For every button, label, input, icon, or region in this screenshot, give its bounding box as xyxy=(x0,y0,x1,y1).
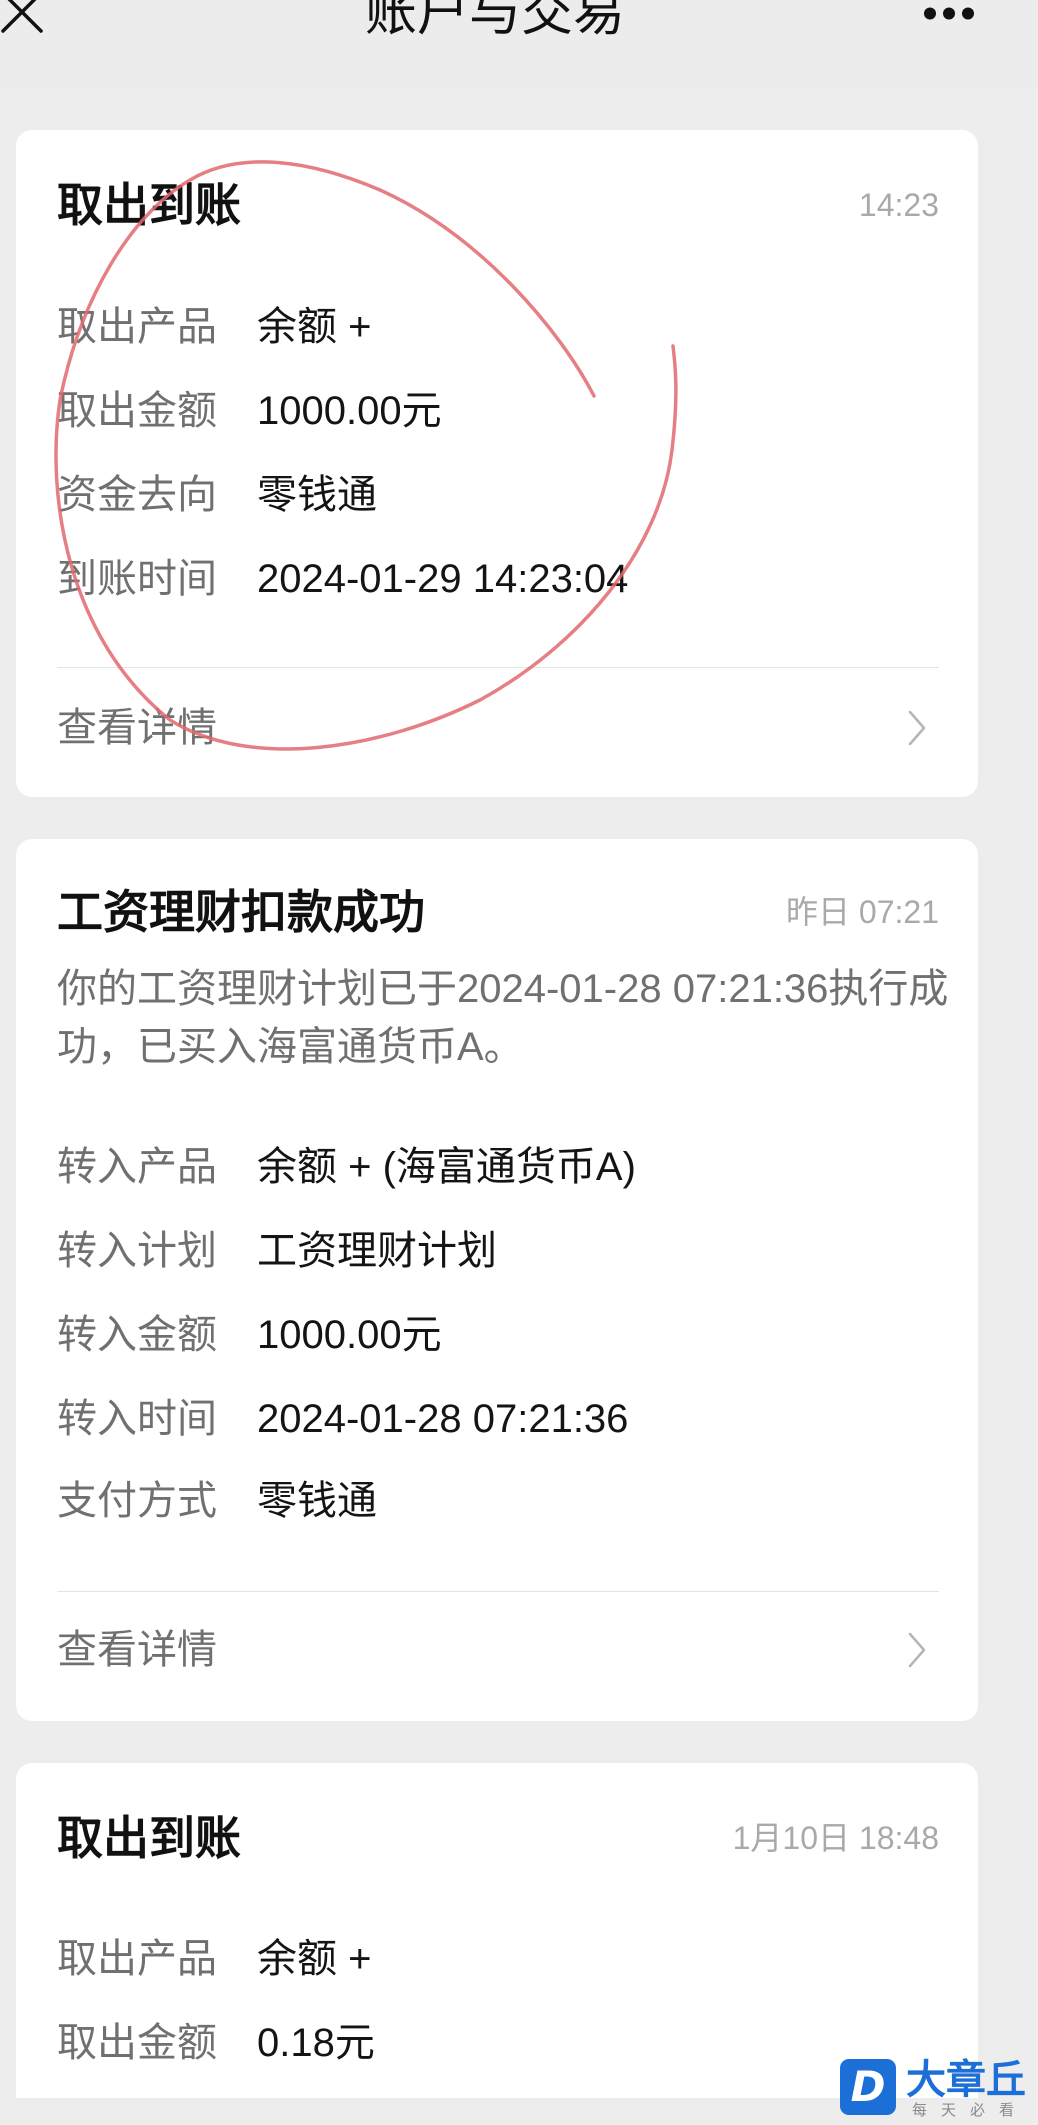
row-label: 到账时间 xyxy=(57,557,217,601)
row-value: 1000.00元 xyxy=(257,1313,442,1357)
watermark-logo-icon: D xyxy=(840,2059,896,2115)
row-value: 1000.00元 xyxy=(257,389,442,433)
detail-row: 转入时间 2024-01-28 07:21:36 xyxy=(16,1394,978,1444)
detail-row: 转入计划 工资理财计划 xyxy=(16,1226,978,1276)
chevron-right-icon xyxy=(908,710,926,746)
close-icon[interactable] xyxy=(0,0,46,36)
transaction-card-withdrawal: 取出到账 1月10日 18:48 取出产品 余额 + 取出金额 0.18元 xyxy=(16,1763,978,2098)
row-value: 0.18元 xyxy=(257,2021,375,2065)
row-value: 工资理财计划 xyxy=(257,1229,497,1273)
row-label: 取出金额 xyxy=(57,2021,217,2065)
transaction-card-withdrawal: 取出到账 14:23 取出产品 余额 + 取出金额 1000.00元 资金去向 … xyxy=(16,130,978,797)
view-details-link[interactable]: 查看详情 xyxy=(57,693,939,763)
row-value: 零钱通 xyxy=(257,473,377,517)
row-value: 余额 + xyxy=(257,1937,372,1981)
detail-row: 转入产品 余额 + (海富通货币A) xyxy=(16,1142,978,1192)
view-details-label: 查看详情 xyxy=(57,1628,217,1672)
detail-row: 到账时间 2024-01-29 14:23:04 xyxy=(16,554,978,604)
page-title: 账户与交易 xyxy=(364,0,625,42)
row-label: 取出金额 xyxy=(57,389,217,433)
detail-row: 支付方式 零钱通 xyxy=(16,1476,978,1526)
watermark-name: 大章丘 xyxy=(906,2058,1026,2102)
more-icon[interactable] xyxy=(918,2,980,26)
transaction-card-salary-plan: 工资理财扣款成功 昨日 07:21 你的工资理财计划已于2024-01-28 0… xyxy=(16,839,978,1721)
row-label: 资金去向 xyxy=(57,473,217,517)
card-title: 工资理财扣款成功 xyxy=(57,886,425,938)
view-details-label: 查看详情 xyxy=(57,706,217,750)
row-value: 零钱通 xyxy=(257,1479,377,1523)
watermark-tagline: 每天必看 xyxy=(912,2102,1029,2119)
row-value: 余额 + xyxy=(257,305,372,349)
row-label: 支付方式 xyxy=(57,1479,217,1523)
chevron-right-icon xyxy=(908,1632,926,1668)
watermark-logo-letter: D xyxy=(850,2062,886,2111)
card-message-line: 功，已买入海富通货币A。 xyxy=(57,1025,524,1069)
top-bar: 账户与交易 xyxy=(0,0,1038,89)
row-label: 转入时间 xyxy=(57,1397,217,1441)
card-time: 昨日 07:21 xyxy=(786,894,939,930)
row-label: 取出产品 xyxy=(57,305,217,349)
card-title: 取出到账 xyxy=(57,179,241,231)
row-label: 转入计划 xyxy=(57,1229,217,1273)
divider xyxy=(57,667,939,668)
row-label: 转入产品 xyxy=(57,1145,217,1189)
divider xyxy=(57,1591,939,1592)
card-title: 取出到账 xyxy=(57,1812,241,1864)
detail-row: 资金去向 零钱通 xyxy=(16,470,978,520)
detail-row: 取出金额 0.18元 xyxy=(16,2018,978,2068)
card-time: 1月10日 18:48 xyxy=(732,1820,939,1856)
detail-row: 转入金额 1000.00元 xyxy=(16,1310,978,1360)
detail-row: 取出产品 余额 + xyxy=(16,1934,978,1984)
row-value: 2024-01-28 07:21:36 xyxy=(257,1397,629,1441)
detail-row: 取出金额 1000.00元 xyxy=(16,386,978,436)
card-time: 14:23 xyxy=(858,187,939,223)
detail-row: 取出产品 余额 + xyxy=(16,302,978,352)
view-details-link[interactable]: 查看详情 xyxy=(57,1615,939,1685)
row-value: 2024-01-29 14:23:04 xyxy=(257,557,629,601)
row-label: 转入金额 xyxy=(57,1313,217,1357)
row-value: 余额 + (海富通货币A) xyxy=(257,1145,636,1189)
row-label: 取出产品 xyxy=(57,1937,217,1981)
card-message-line: 你的工资理财计划已于2024-01-28 07:21:36执行成 xyxy=(57,967,949,1011)
